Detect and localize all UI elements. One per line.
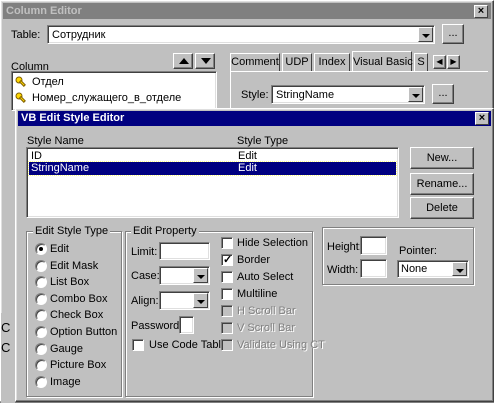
edit-style-type-option-label: Edit Mask (50, 259, 99, 272)
style-value: StringName (276, 89, 335, 101)
edit-style-type-option-label: Option Button (50, 326, 118, 338)
style-type-header: Style Type (237, 135, 289, 147)
property-checkbox[interactable] (221, 253, 233, 266)
width-input[interactable] (360, 259, 387, 278)
column-editor-close-icon[interactable]: × (474, 5, 488, 18)
property-checkbox[interactable] (221, 288, 233, 300)
property-checkbox[interactable] (221, 237, 233, 249)
property-checkbox-label: Multiline (237, 288, 278, 300)
delete-style-button[interactable]: Delete (410, 197, 474, 219)
tab-comment[interactable]: Comment (230, 53, 280, 71)
edit-style-type-option-label: Picture Box (50, 359, 107, 372)
table-dropdown-chevron-down-icon[interactable] (418, 27, 433, 42)
edit-style-type-radio[interactable] (35, 292, 47, 305)
tab-udp[interactable]: UDP (282, 53, 312, 71)
arrow-down-icon (201, 58, 211, 64)
tab-partial[interactable]: S (414, 53, 428, 71)
edit-style-type-option-label: Image (50, 375, 81, 388)
property-checkbox (221, 339, 233, 351)
style-combo[interactable]: StringName (271, 85, 425, 104)
property-checkbox-label: Hide Selection (237, 237, 308, 249)
height-input[interactable] (360, 236, 387, 255)
new-style-button[interactable]: New... (410, 147, 474, 169)
vb-style-editor-titlebar[interactable]: VB Edit Style Editor (18, 111, 491, 126)
key-icon (15, 92, 26, 103)
column-editor-titlebar[interactable]: Column Editor (3, 3, 491, 19)
edit-style-type-option-label: Gauge (50, 342, 84, 355)
property-checkbox-label: Auto Select (237, 271, 294, 283)
case-label: Case: (131, 270, 160, 282)
edit-style-type-option-label: Combo Box (50, 292, 108, 305)
style-browse-button[interactable]: ... (432, 84, 454, 104)
edit-style-type-radio[interactable] (35, 342, 47, 355)
edit-style-type-radio[interactable] (35, 326, 47, 338)
key-icon (15, 76, 26, 87)
tab-index[interactable]: Index (314, 53, 350, 71)
property-checkbox[interactable] (221, 271, 233, 283)
rename-style-button[interactable]: Rename... (410, 173, 474, 195)
table-label: Table: (11, 29, 41, 41)
height-label: Height: (327, 241, 362, 253)
property-checkbox-label: H Scroll Bar (237, 305, 296, 317)
edit-style-type-radio[interactable] (35, 375, 47, 388)
partial-label-2: C (1, 340, 11, 355)
use-code-table-label: Use Code Table (149, 339, 228, 351)
tab-scroll-right-button[interactable]: ▶ (447, 55, 460, 69)
edit-style-type-radio[interactable] (35, 243, 47, 255)
vb-style-editor-close-icon[interactable]: × (475, 112, 489, 125)
property-checkbox (221, 305, 233, 317)
move-down-button[interactable] (195, 53, 215, 69)
edit-style-type-option-label: Edit (50, 243, 69, 255)
tab-visual-basic[interactable]: Visual Basic (352, 51, 413, 72)
align-chevron-down-icon[interactable] (193, 293, 208, 308)
password-label: Password: (131, 320, 183, 332)
align-label: Align: (131, 295, 159, 307)
column-name: Отдел (32, 76, 64, 88)
edit-property-label: Edit Property (131, 224, 199, 238)
style-name-header: Style Name (27, 135, 84, 147)
edit-style-type-radio[interactable] (35, 259, 47, 272)
case-chevron-down-icon[interactable] (193, 268, 208, 283)
style-list[interactable]: ID Edit StringName Edit (26, 147, 399, 218)
vb-style-editor-title: VB Edit Style Editor (21, 112, 125, 124)
column-list[interactable]: Отдел Номер_служащего_в_отделе (11, 71, 217, 111)
list-item[interactable]: Отдел (15, 75, 215, 90)
align-select[interactable] (159, 291, 210, 310)
partial-label-1: C (1, 320, 11, 335)
style-dropdown-chevron-down-icon[interactable] (408, 87, 423, 102)
use-code-table-checkbox[interactable] (132, 339, 144, 351)
column-name: Номер_служащего_в_отделе (32, 92, 182, 104)
move-up-button[interactable] (173, 53, 193, 69)
pointer-label: Pointer: (399, 245, 437, 257)
property-checkbox-label: Border (237, 254, 271, 266)
table-browse-button[interactable]: ... (442, 24, 464, 44)
arrow-up-icon (179, 58, 189, 64)
style-type-cell: Edit (238, 162, 257, 174)
pointer-chevron-down-icon[interactable] (452, 262, 467, 276)
tab-scroll-left-button[interactable]: ◀ (433, 55, 446, 69)
edit-style-type-label: Edit Style Type (33, 224, 111, 238)
limit-label: Limit: (131, 246, 158, 258)
limit-input[interactable] (159, 242, 210, 260)
case-select[interactable] (159, 266, 210, 285)
width-label: Width: (327, 264, 359, 276)
property-checkbox-label: Validate Using CT (237, 339, 325, 351)
pointer-value: None (401, 263, 428, 275)
table-value: Сотрудник (52, 29, 106, 41)
vb-style-editor-window: VB Edit Style Editor × Style Name Style … (15, 108, 494, 402)
property-checkbox (221, 322, 233, 334)
property-checkbox-label: V Scroll Bar (237, 322, 296, 334)
list-item[interactable]: Номер_служащего_в_отделе (15, 91, 215, 106)
style-name-cell: StringName (31, 162, 90, 174)
password-input[interactable] (179, 316, 194, 334)
edit-style-type-option-label: List Box (50, 276, 90, 289)
pointer-select[interactable]: None (397, 260, 469, 278)
table-combo[interactable]: Сотрудник (47, 25, 435, 44)
style-label: Style: (241, 89, 269, 101)
table-row-selected[interactable]: StringName Edit (28, 161, 397, 176)
edit-style-type-option-label: Check Box (50, 309, 104, 322)
column-editor-title: Column Editor (6, 5, 82, 17)
